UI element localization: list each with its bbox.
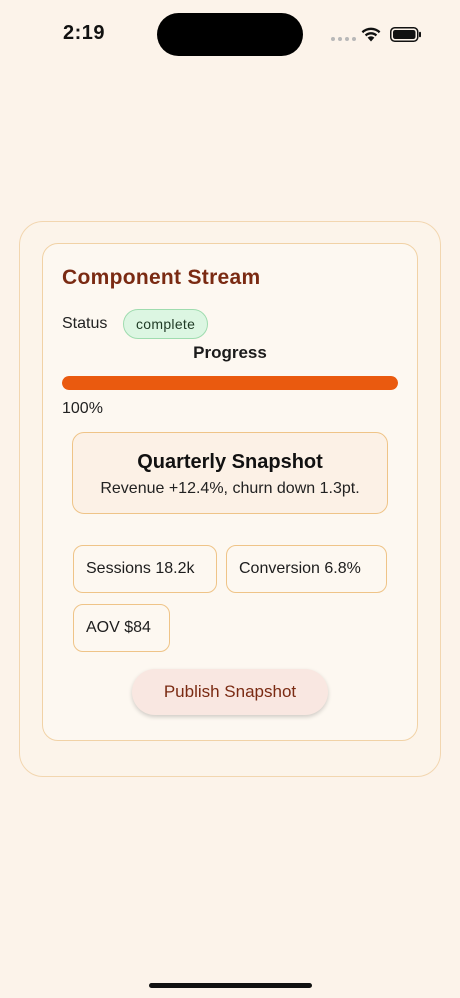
publish-snapshot-button[interactable]: Publish Snapshot	[132, 669, 328, 715]
progress-label: Progress	[193, 343, 267, 362]
status-time: 2:19	[63, 22, 106, 44]
snapshot-title: Quarterly Snapshot	[137, 451, 323, 473]
status-label: Status	[62, 315, 108, 332]
metric-chip-conversion: Conversion 6.8%	[226, 545, 387, 593]
wifi-icon	[361, 27, 381, 42]
progress-bar	[62, 376, 398, 390]
card-title: Component Stream	[62, 266, 261, 289]
home-indicator[interactable]	[149, 983, 312, 988]
snapshot-card: Quarterly Snapshot Revenue +12.4%, churn…	[72, 432, 388, 514]
progress-value: 100%	[62, 400, 103, 417]
status-badge: complete	[123, 309, 209, 339]
dynamic-island	[157, 13, 303, 56]
screen: 2:19 Component Stream Status complete Pr…	[0, 0, 460, 998]
cellular-signal-icon	[331, 37, 356, 41]
metric-chip-sessions: Sessions 18.2k	[73, 545, 217, 593]
progress-bar-fill	[62, 376, 398, 390]
metric-chip-aov: AOV $84	[73, 604, 170, 652]
battery-icon	[390, 27, 421, 42]
snapshot-subtitle: Revenue +12.4%, churn down 1.3pt.	[100, 480, 360, 497]
